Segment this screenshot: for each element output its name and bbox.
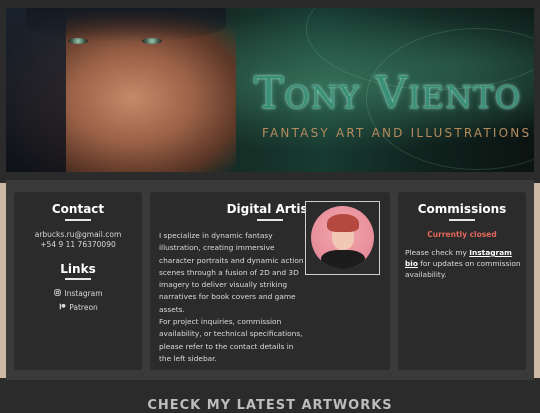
brand-tagline: FANTASY ART AND ILLUSTRATIONS <box>262 126 532 140</box>
commissions-text: Please check my Instagram bio for update… <box>405 247 521 280</box>
latest-artworks-heading: CHECK MY LATEST ARTWORKS <box>147 398 393 413</box>
about-paragraph: I specialize in dynamic fantasy illustra… <box>159 231 304 314</box>
brand-logo-text: Tony Viento <box>254 68 522 119</box>
instagram-icon <box>53 289 61 298</box>
left-edge <box>0 183 6 378</box>
contact-phone[interactable]: +54 9 11 76370090 <box>14 240 142 249</box>
artist-portrait-art <box>6 8 236 172</box>
avatar-hair <box>327 214 359 232</box>
patreon-icon <box>58 303 66 312</box>
eye-shape <box>68 38 88 44</box>
artist-avatar <box>311 206 374 269</box>
commissions-text-after: for updates on commission availability. <box>405 259 521 279</box>
links-heading: Links <box>60 262 96 276</box>
contact-heading: Contact <box>51 202 105 216</box>
header-banner: Tony Viento FANTASY ART AND ILLUSTRATION… <box>6 8 534 172</box>
hair-shape <box>26 8 226 42</box>
right-edge <box>534 183 540 378</box>
about-text: I specialize in dynamic fantasy illustra… <box>159 230 305 365</box>
instagram-link-label: Instagram <box>64 289 103 298</box>
instagram-link[interactable]: Instagram <box>14 289 142 298</box>
heading-underline <box>65 219 91 221</box>
commissions-text-before: Please check my <box>405 248 467 257</box>
top-bar <box>0 0 540 8</box>
patreon-link-label: Patreon <box>69 303 98 312</box>
contact-email[interactable]: arbucks.ru@gmail.com <box>14 230 142 239</box>
patreon-link[interactable]: Patreon <box>14 303 142 312</box>
about-card: Digital Artist I specialize in dynamic f… <box>150 192 390 370</box>
artist-photo-frame <box>305 201 380 275</box>
commissions-card: Commissions Currently closed Please chec… <box>398 192 526 370</box>
contact-card: Contact arbucks.ru@gmail.com +54 9 11 76… <box>14 192 142 370</box>
eye-shape <box>142 38 162 44</box>
heading-underline <box>449 219 475 221</box>
heading-underline <box>65 278 91 280</box>
commissions-heading: Commissions <box>417 202 507 216</box>
commission-status: Currently closed <box>427 230 497 239</box>
about-paragraph: For project inquiries, commission availa… <box>159 317 303 363</box>
heading-underline <box>257 219 283 221</box>
avatar-shirt <box>321 250 365 269</box>
